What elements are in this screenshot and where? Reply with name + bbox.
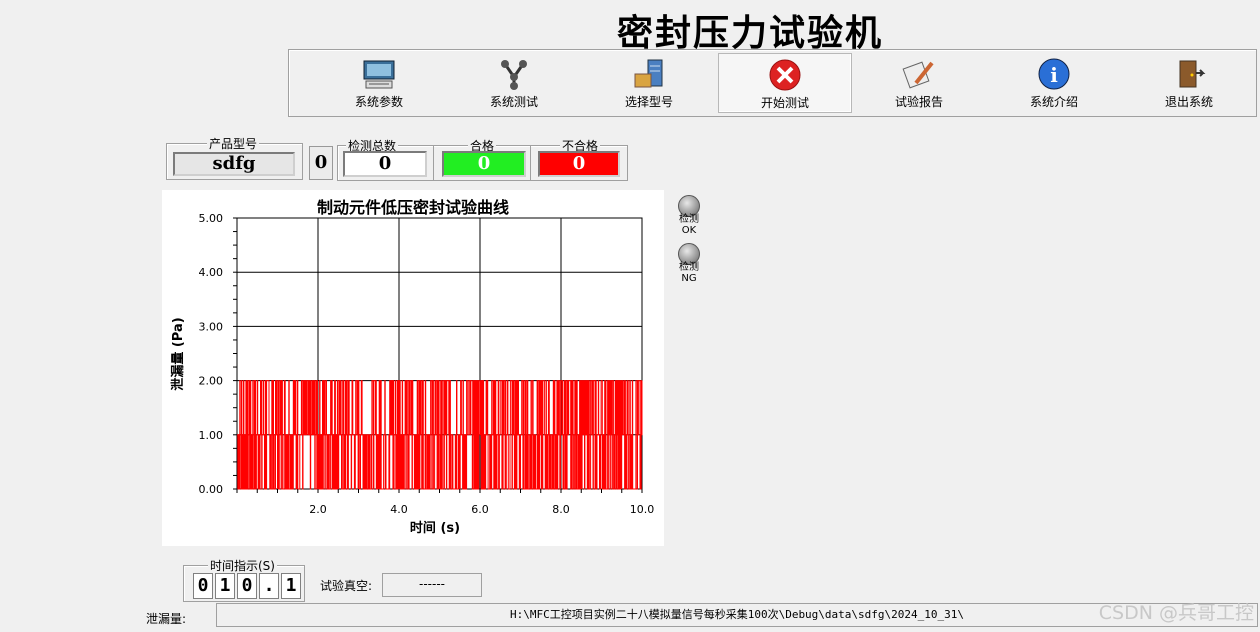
leak-label: 泄漏量: <box>146 612 187 626</box>
time-digit: 1 <box>281 573 301 599</box>
info-icon: i <box>1038 58 1070 90</box>
small-counter: 0 <box>309 146 333 180</box>
x-tick-label: 4.0 <box>390 503 408 516</box>
test-report-button[interactable]: 试验报告 <box>853 53 985 111</box>
ok-indicator-text1: 检测 <box>679 214 699 225</box>
ng-indicator-label: 检测 NG <box>674 262 704 284</box>
ok-indicator-text2: OK <box>681 225 697 236</box>
chart-svg: 制动元件低压密封试验曲线 时间 (s) 泄漏量 (Pa) 2.0 4.0 6.0 8.… <box>170 198 655 536</box>
test-report-label: 试验报告 <box>894 95 943 109</box>
system-params-label: 系统参数 <box>354 95 403 109</box>
main-toolbar: 系统参数 系统测试 选择型号 开始测试 试验报告 i 系统介绍 退出系统 <box>288 49 1257 117</box>
stats-group: 检测总数 0 合格 0 不合格 0 <box>337 137 628 181</box>
y-tick-label: 5.00 <box>199 212 224 225</box>
stats-divider <box>433 146 434 180</box>
x-tick-label: 2.0 <box>309 503 327 516</box>
exit-system-label: 退出系统 <box>1164 95 1213 109</box>
y-tick-label: 1.00 <box>199 429 224 442</box>
product-model-value: sdfg <box>173 152 295 176</box>
exit-system-button[interactable]: 退出系统 <box>1123 53 1255 111</box>
time-indicator-label: 时间指示(S) <box>208 557 277 574</box>
time-digit: 0 <box>193 573 213 599</box>
leak-curve-chart: 制动元件低压密封试验曲线 时间 (s) 泄漏量 (Pa) 2.0 4.0 6.0 8.… <box>162 190 664 546</box>
fail-count-value: 0 <box>538 151 620 177</box>
y-tick-label: 3.00 <box>199 320 224 333</box>
scroll-pen-icon <box>902 61 934 89</box>
leak-series-line <box>237 380 643 490</box>
system-params-button[interactable]: 系统参数 <box>313 53 445 111</box>
ng-indicator-text2: NG <box>681 273 697 284</box>
total-count-value: 0 <box>343 151 427 177</box>
start-test-button[interactable]: 开始测试 <box>718 53 852 113</box>
start-test-label: 开始测试 <box>760 96 809 110</box>
network-icon <box>501 60 527 90</box>
y-tick-label: 2.00 <box>199 375 224 388</box>
exit-door-icon <box>1179 60 1206 88</box>
vacuum-value: ------ <box>382 573 482 597</box>
x-tick-label: 8.0 <box>552 503 570 516</box>
product-model-label: 产品型号 <box>207 135 260 152</box>
y-tick-label: 0.00 <box>199 483 224 496</box>
product-model-group: 产品型号 sdfg <box>166 135 303 180</box>
svg-text:i: i <box>1050 63 1058 87</box>
red-x-icon <box>769 59 801 91</box>
chart-series <box>237 380 643 490</box>
system-test-button[interactable]: 系统测试 <box>448 53 580 111</box>
stats-divider <box>530 146 531 180</box>
system-intro-button[interactable]: i 系统介绍 <box>988 53 1120 111</box>
time-digit: 1 <box>215 573 235 599</box>
server-box-icon <box>634 59 663 88</box>
select-model-label: 选择型号 <box>624 95 673 109</box>
ng-indicator-text1: 检测 <box>679 262 699 273</box>
chart-ylabel: 泄漏量 (Pa) <box>170 317 186 390</box>
y-tick-label: 4.00 <box>199 266 224 279</box>
pass-count-value: 0 <box>442 151 526 177</box>
time-digit: . <box>259 573 279 599</box>
time-digit: 0 <box>237 573 257 599</box>
ok-indicator-label: 检测 OK <box>674 214 704 236</box>
system-test-label: 系统测试 <box>489 95 538 109</box>
select-model-button[interactable]: 选择型号 <box>583 53 715 111</box>
x-tick-label: 10.0 <box>630 503 655 516</box>
system-intro-label: 系统介绍 <box>1029 95 1078 109</box>
chart-title: 制动元件低压密封试验曲线 <box>317 198 509 217</box>
keyboard-icon <box>363 60 395 89</box>
vacuum-label: 试验真空: <box>320 579 373 593</box>
chart-xlabel: 时间 (s) <box>410 520 460 536</box>
x-tick-label: 6.0 <box>471 503 489 516</box>
watermark: CSDN @兵哥工控 <box>1098 602 1254 624</box>
